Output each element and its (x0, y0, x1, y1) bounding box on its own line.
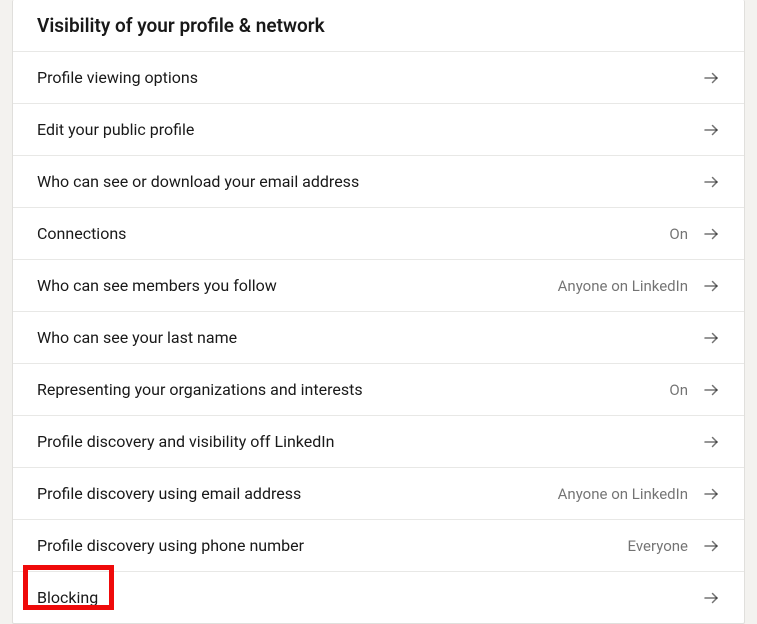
setting-value: On (669, 225, 688, 243)
setting-right: On (669, 225, 720, 243)
setting-label: Connections (37, 224, 126, 243)
setting-value: Anyone on LinkedIn (558, 485, 688, 503)
arrow-right-icon (702, 173, 720, 191)
setting-email-visibility[interactable]: Who can see or download your email addre… (13, 155, 744, 207)
setting-right (688, 329, 720, 347)
arrow-right-icon (702, 329, 720, 347)
setting-right: Anyone on LinkedIn (558, 277, 720, 295)
setting-label: Who can see or download your email addre… (37, 172, 359, 191)
arrow-right-icon (702, 277, 720, 295)
setting-right: On (669, 381, 720, 399)
setting-value: Anyone on LinkedIn (558, 277, 688, 295)
setting-label: Who can see members you follow (37, 276, 277, 295)
setting-label: Who can see your last name (37, 328, 237, 347)
setting-members-you-follow[interactable]: Who can see members you follow Anyone on… (13, 259, 744, 311)
setting-right: Anyone on LinkedIn (558, 485, 720, 503)
setting-right (688, 433, 720, 451)
arrow-right-icon (702, 121, 720, 139)
setting-value: Everyone (628, 537, 688, 555)
setting-last-name-visibility[interactable]: Who can see your last name (13, 311, 744, 363)
setting-right (688, 589, 720, 607)
arrow-right-icon (702, 537, 720, 555)
arrow-right-icon (702, 381, 720, 399)
setting-connections[interactable]: Connections On (13, 207, 744, 259)
section-title: Visibility of your profile & network (13, 0, 744, 51)
setting-right: Everyone (628, 537, 720, 555)
setting-label: Representing your organizations and inte… (37, 380, 363, 399)
setting-right (688, 69, 720, 87)
arrow-right-icon (702, 589, 720, 607)
settings-panel: Visibility of your profile & network Pro… (12, 0, 745, 624)
setting-profile-discovery-email[interactable]: Profile discovery using email address An… (13, 467, 744, 519)
setting-representing-organizations[interactable]: Representing your organizations and inte… (13, 363, 744, 415)
setting-profile-discovery-off-linkedin[interactable]: Profile discovery and visibility off Lin… (13, 415, 744, 467)
setting-label: Blocking (37, 588, 98, 607)
setting-label: Profile discovery and visibility off Lin… (37, 432, 334, 451)
arrow-right-icon (702, 225, 720, 243)
arrow-right-icon (702, 69, 720, 87)
setting-label: Profile viewing options (37, 68, 198, 87)
setting-blocking[interactable]: Blocking (13, 571, 744, 623)
setting-value: On (669, 381, 688, 399)
setting-profile-discovery-phone[interactable]: Profile discovery using phone number Eve… (13, 519, 744, 571)
setting-label: Profile discovery using phone number (37, 536, 304, 555)
setting-label: Profile discovery using email address (37, 484, 301, 503)
setting-edit-public-profile[interactable]: Edit your public profile (13, 103, 744, 155)
arrow-right-icon (702, 485, 720, 503)
setting-label: Edit your public profile (37, 120, 194, 139)
setting-right (688, 121, 720, 139)
setting-right (688, 173, 720, 191)
setting-profile-viewing-options[interactable]: Profile viewing options (13, 51, 744, 103)
arrow-right-icon (702, 433, 720, 451)
